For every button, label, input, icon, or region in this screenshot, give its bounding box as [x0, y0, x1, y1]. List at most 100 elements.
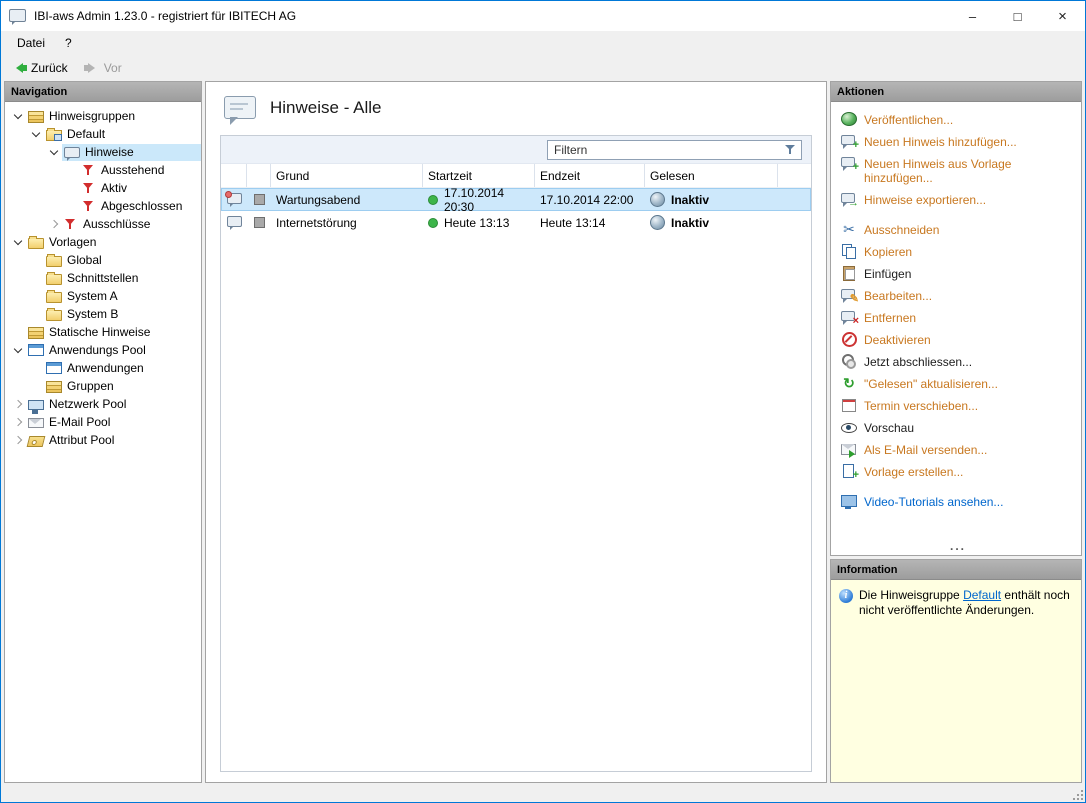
export-hints-icon: → — [841, 191, 859, 209]
chevron-collapsed-icon[interactable] — [46, 216, 62, 232]
filter-funnel-icon[interactable] — [783, 143, 799, 157]
maximize-button[interactable]: □ — [995, 1, 1040, 31]
action-neuen-hinweis-hinzufuegen[interactable]: + Neuen Hinweis hinzufügen... — [841, 133, 1075, 151]
tree-item-schnittstellen[interactable]: Schnittstellen — [5, 269, 201, 287]
cell-startzeit: 17.10.2014 20:30 — [444, 185, 505, 214]
active-status-icon — [428, 217, 438, 228]
main-area: Navigation Hinweisgruppen Default Hinwei… — [1, 81, 1085, 787]
column-endzeit[interactable]: Endzeit — [535, 164, 645, 187]
tree-item-attribut-pool[interactable]: Attribut Pool — [5, 431, 201, 449]
cell-gelesen: Inaktiv — [671, 215, 710, 230]
column-state-icon[interactable] — [247, 164, 271, 187]
tree-item-gruppen[interactable]: Gruppen — [5, 377, 201, 395]
action-neuen-hinweis-aus-vorlage[interactable]: + Neuen Hinweis aus Vorlage hinzufügen..… — [841, 155, 1075, 185]
tree-item-anwendungs-pool[interactable]: Anwendungs Pool — [5, 341, 201, 359]
table-row[interactable]: Internetstörung Heute 13:13 Heute 13:14 … — [221, 211, 811, 234]
menu-bar: Datei ? — [1, 31, 1085, 55]
navigation-header: Navigation — [5, 82, 201, 102]
action-jetzt-abschliessen[interactable]: Jetzt abschliessen... — [841, 353, 1075, 369]
publish-icon — [841, 112, 857, 126]
chevron-expanded-icon[interactable] — [10, 108, 26, 124]
chevron-collapsed-icon[interactable] — [10, 396, 26, 412]
column-hint-icon[interactable] — [221, 164, 247, 187]
gelesen-globe-icon — [650, 215, 665, 230]
tree-item-system-b[interactable]: System B — [5, 305, 201, 323]
action-hinweise-exportieren[interactable]: → Hinweise exportieren... — [841, 191, 1075, 209]
minimize-button[interactable]: – — [950, 1, 995, 31]
navigation-tree: Hinweisgruppen Default Hinweise Ausstehe… — [5, 102, 201, 782]
action-kopieren[interactable]: Kopieren — [841, 243, 1075, 259]
active-status-icon — [428, 194, 438, 205]
action-einfuegen[interactable]: Einfügen — [841, 265, 1075, 281]
cell-grund: Internetstörung — [276, 215, 357, 230]
table-row[interactable]: Wartungsabend 17.10.2014 20:30 17.10.201… — [221, 185, 811, 214]
forward-button[interactable]: Vor — [84, 61, 122, 75]
column-startzeit[interactable]: Startzeit — [423, 164, 535, 187]
tree-item-vorlagen[interactable]: Vorlagen — [5, 233, 201, 251]
chevron-expanded-icon[interactable] — [46, 144, 62, 160]
tree-item-ausstehend[interactable]: Ausstehend — [5, 161, 201, 179]
reschedule-icon — [841, 397, 857, 413]
menu-help[interactable]: ? — [55, 33, 82, 53]
chevron-expanded-icon[interactable] — [10, 234, 26, 250]
hint-bubble-icon — [224, 96, 256, 125]
tree-item-statische-hinweise[interactable]: Statische Hinweise — [5, 323, 201, 341]
tree-item-default[interactable]: Default — [5, 125, 201, 143]
tree-item-ausschluesse[interactable]: Ausschlüsse — [5, 215, 201, 233]
action-ausschneiden[interactable]: ✂ Ausschneiden — [841, 221, 1075, 237]
tree-item-netzwerk-pool[interactable]: Netzwerk Pool — [5, 395, 201, 413]
title-bar: IBI-aws Admin 1.23.0 - registriert für I… — [1, 1, 1085, 31]
action-vorschau[interactable]: Vorschau — [841, 419, 1075, 435]
tree-item-hinweise[interactable]: Hinweise — [5, 143, 201, 161]
list-empty-area — [221, 234, 811, 771]
network-icon — [28, 399, 44, 412]
action-bearbeiten[interactable]: ✎ Bearbeiten... — [841, 287, 1075, 305]
action-vorlage-erstellen[interactable]: + Vorlage erstellen... — [841, 463, 1075, 481]
group-stack-icon — [28, 326, 44, 339]
action-termin-verschieben[interactable]: Termin verschieben... — [841, 397, 1075, 413]
folder-icon — [46, 253, 62, 267]
action-deaktivieren[interactable]: Deaktivieren — [841, 331, 1075, 347]
back-button[interactable]: Zurück — [11, 61, 68, 75]
filter-icon — [82, 200, 96, 213]
app-window-icon — [28, 344, 44, 356]
actions-panel: Aktionen Veröffentlichen... + Neuen Hinw… — [830, 81, 1082, 556]
actions-header: Aktionen — [831, 82, 1081, 102]
menu-datei[interactable]: Datei — [7, 33, 55, 53]
close-button[interactable]: × — [1040, 1, 1085, 31]
chevron-collapsed-icon[interactable] — [10, 414, 26, 430]
scroll-more-indicator[interactable]: ... — [841, 540, 1075, 553]
tree-item-aktiv[interactable]: Aktiv — [5, 179, 201, 197]
tree-item-email-pool[interactable]: E-Mail Pool — [5, 413, 201, 431]
filter-icon — [64, 218, 78, 231]
page-title: Hinweise - Alle — [270, 97, 382, 117]
tree-item-hinweisgruppen[interactable]: Hinweisgruppen — [5, 107, 201, 125]
app-icon — [9, 8, 26, 25]
tree-item-abgeschlossen[interactable]: Abgeschlossen — [5, 197, 201, 215]
tree-item-anwendungen[interactable]: Anwendungen — [5, 359, 201, 377]
action-veroeffentlichen[interactable]: Veröffentlichen... — [841, 111, 1075, 127]
status-bar — [1, 787, 1085, 802]
tag-icon — [26, 435, 46, 447]
tree-item-system-a[interactable]: System A — [5, 287, 201, 305]
right-column: Aktionen Veröffentlichen... + Neuen Hinw… — [830, 81, 1082, 783]
add-hint-icon: + — [841, 133, 859, 151]
column-grund[interactable]: Grund — [271, 164, 423, 187]
group-folder-icon — [46, 127, 62, 141]
action-entfernen[interactable]: × Entfernen — [841, 309, 1075, 327]
column-gelesen[interactable]: Gelesen — [645, 164, 778, 187]
chevron-collapsed-icon[interactable] — [10, 432, 26, 448]
tree-item-global[interactable]: Global — [5, 251, 201, 269]
filter-input[interactable] — [547, 139, 802, 160]
action-als-email-versenden[interactable]: Als E-Mail versenden... — [841, 441, 1075, 458]
default-group-link[interactable]: Default — [963, 588, 1001, 602]
resize-grip[interactable] — [1073, 790, 1084, 801]
chevron-expanded-icon[interactable] — [10, 342, 26, 358]
chevron-expanded-icon[interactable] — [28, 126, 44, 142]
action-gelesen-aktualisieren[interactable]: ↻ "Gelesen" aktualisieren... — [841, 375, 1075, 391]
content-panel: Hinweise - Alle Grund Startzeit — [205, 81, 827, 783]
send-mail-icon — [841, 441, 857, 458]
information-header: Information — [831, 560, 1081, 580]
paste-icon — [841, 265, 857, 281]
action-video-tutorials[interactable]: Video-Tutorials ansehen... — [841, 493, 1075, 509]
